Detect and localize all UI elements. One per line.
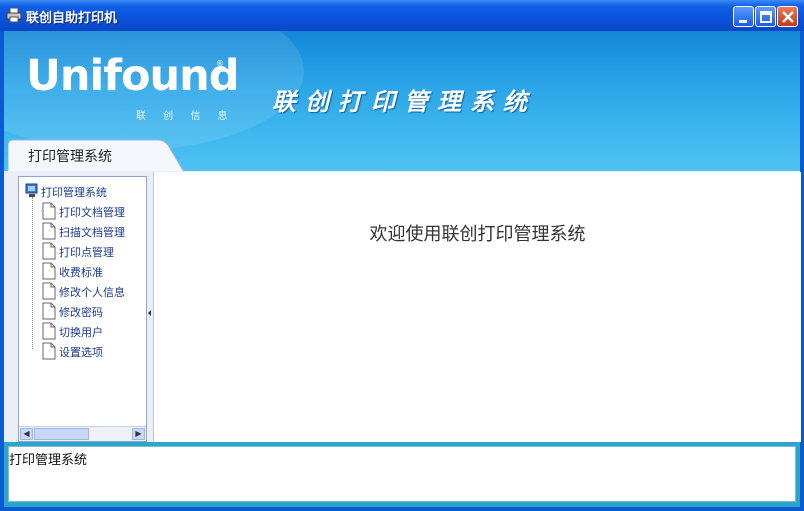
tree-item-settings[interactable]: 设置选项 xyxy=(41,342,103,360)
tree-guide-line xyxy=(32,197,33,349)
printer-icon xyxy=(6,7,22,23)
tree-item-print-docs[interactable]: 打印文档管理 xyxy=(33,202,125,220)
registered-mark: ® xyxy=(216,59,224,68)
tree-item-change-password[interactable]: 修改密码 xyxy=(41,302,103,320)
document-icon xyxy=(42,242,56,260)
tree-item-label: 设置选项 xyxy=(59,346,103,359)
document-icon xyxy=(42,322,56,340)
tree-item-label: 修改个人信息 xyxy=(59,286,125,299)
tree-item-label: 修改密码 xyxy=(59,306,103,319)
tab-label: 打印管理系统 xyxy=(28,149,112,165)
computer-icon xyxy=(25,183,38,197)
tree-item-label: 打印文档管理 xyxy=(59,206,125,219)
status-panel: 打印管理系统 xyxy=(8,446,796,502)
tree-item-scan-docs[interactable]: 扫描文档管理 xyxy=(41,222,125,240)
close-button[interactable] xyxy=(777,6,798,27)
document-icon xyxy=(42,222,56,240)
title-bar[interactable]: 联创自助打印机 xyxy=(0,0,804,31)
banner-title: 联创打印管理系统 xyxy=(272,87,536,116)
unifound-logo: Unifound xyxy=(26,51,240,101)
status-text: 打印管理系统 xyxy=(9,453,88,468)
scroll-right-button[interactable]: ▶ xyxy=(132,428,145,440)
status-frame: 打印管理系统 xyxy=(4,442,800,507)
header-banner: Unifound ® 联 创 信 息 联创打印管理系统 打印管理系统 xyxy=(4,31,800,171)
tree-item-label: 打印点管理 xyxy=(59,246,114,259)
tree-item-print-points[interactable]: 打印点管理 xyxy=(41,242,114,260)
minimize-button[interactable] xyxy=(733,6,754,27)
maximize-icon xyxy=(760,11,772,23)
collapse-arrow-icon[interactable] xyxy=(148,310,151,316)
main-content: 欢迎使用联创打印管理系统 xyxy=(153,172,801,442)
document-icon xyxy=(42,262,56,280)
tree-item-edit-profile[interactable]: 修改个人信息 xyxy=(41,282,125,300)
document-icon xyxy=(42,282,56,300)
maximize-button[interactable] xyxy=(755,6,776,27)
tree-item-label: 切换用户 xyxy=(59,326,103,339)
tree-root-label: 打印管理系统 xyxy=(41,186,107,199)
app-window: 联创自助打印机 Unifound ® 联 创 信 息 联创打印管理系统 打印管理… xyxy=(0,0,804,511)
nav-tree: 打印管理系统 打印文档管理 扫描文档管理 打印点管理 收费标准 修改个人信息 修… xyxy=(18,176,147,442)
scroll-thumb[interactable] xyxy=(34,428,89,440)
document-icon xyxy=(42,302,56,320)
client-area: Unifound ® 联 创 信 息 联创打印管理系统 打印管理系统 打印管理系… xyxy=(4,31,801,507)
tree-root[interactable]: 打印管理系统 xyxy=(25,183,107,199)
close-icon xyxy=(782,11,794,23)
document-icon xyxy=(33,202,56,220)
minimize-icon xyxy=(739,20,747,23)
welcome-message: 欢迎使用联创打印管理系统 xyxy=(369,224,586,245)
window-title: 联创自助打印机 xyxy=(26,11,118,26)
tree-horizontal-scrollbar[interactable]: ◀ ▶ xyxy=(19,426,146,441)
tree-item-fee-standard[interactable]: 收费标准 xyxy=(41,262,103,280)
logo-subtitle: 联 创 信 息 xyxy=(136,111,235,122)
scroll-left-button[interactable]: ◀ xyxy=(20,428,33,440)
tree-item-switch-user[interactable]: 切换用户 xyxy=(41,322,103,340)
tree-item-label: 收费标准 xyxy=(59,266,103,279)
tree-item-label: 扫描文档管理 xyxy=(59,226,125,239)
document-icon xyxy=(42,342,56,360)
